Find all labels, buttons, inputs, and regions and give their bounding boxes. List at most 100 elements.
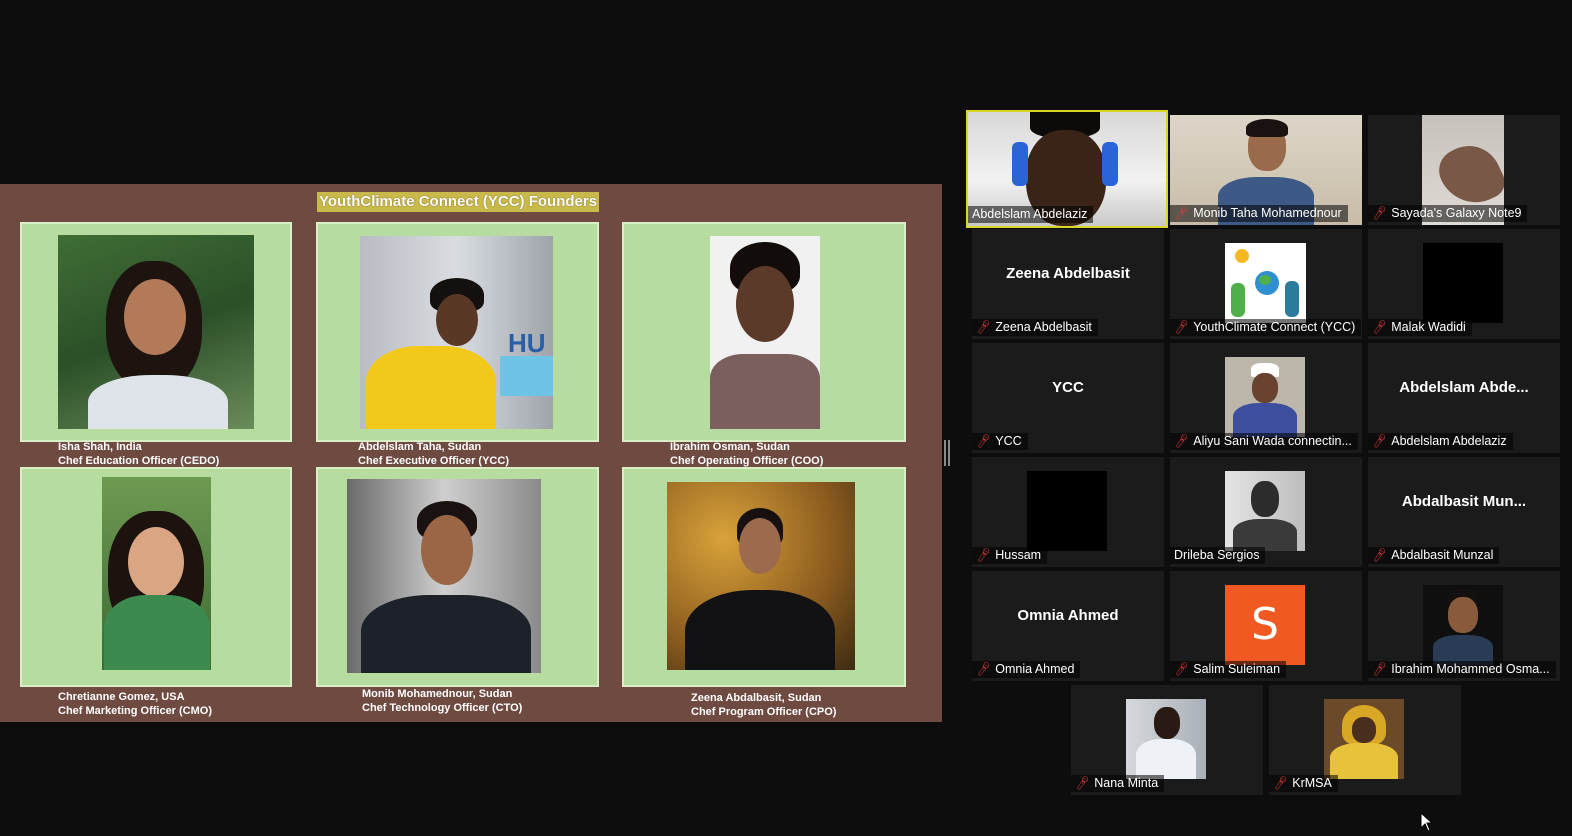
founder-name: Isha Shah, India — [58, 441, 142, 453]
microphone-muted-icon: 🎤︎ — [974, 319, 993, 336]
participant-name: Monib Taha Mohamednour — [1193, 206, 1342, 220]
panel-resize-handle[interactable] — [944, 440, 950, 466]
slide-title: YouthClimate Connect (YCC) Founders — [317, 192, 600, 212]
avatar-letter: S — [1225, 585, 1305, 665]
background-sign-text: HU — [508, 328, 546, 358]
participant-tile-omnia[interactable]: Omnia Ahmed 🎤︎ Omnia Ahmed — [972, 571, 1164, 681]
ycc-logo-image — [1225, 243, 1306, 323]
participant-tile-ycc-logo[interactable]: 🎤︎ YouthClimate Connect (YCC) — [1170, 229, 1362, 339]
founder-role: Chef Education Officer (CEDO) — [58, 455, 220, 467]
participant-name-label: 🎤︎ Malak Wadidi — [1368, 319, 1472, 336]
participant-name: Aliyu Sani Wada connectin... — [1193, 434, 1352, 448]
participant-name: Zeena Abdelbasit — [995, 320, 1092, 334]
founder-role: Chef Marketing Officer (CMO) — [58, 705, 213, 717]
microphone-muted-icon: 🎤︎ — [974, 547, 993, 564]
founder-photo-chretianne — [102, 477, 211, 670]
participant-video-black — [1027, 471, 1107, 551]
participant-name-label: 🎤︎ Hussam — [972, 547, 1048, 564]
participant-display-name: Abdalbasit Mun... — [1401, 493, 1527, 510]
participant-tile-drileba[interactable]: Drileba Sergios — [1170, 457, 1362, 567]
microphone-muted-icon: 🎤︎ — [974, 661, 993, 678]
microphone-muted-icon: 🎤︎ — [1370, 433, 1389, 450]
participant-name: Sayada's Galaxy Note9 — [1391, 206, 1522, 220]
participant-name-label: 🎤︎ Aliyu Sani Wada connectin... — [1170, 433, 1358, 450]
participant-name: YCC — [995, 434, 1022, 448]
founder-caption-isha: Isha Shah, India Chef Education Officer … — [58, 440, 219, 468]
participant-tile-zeena-abdelbasit[interactable]: Zeena Abdelbasit 🎤︎ Zeena Abdelbasit — [972, 229, 1164, 339]
founder-photo-ibrahim — [710, 236, 820, 429]
founder-name: Ibrahim Osman, Sudan — [670, 441, 790, 453]
participant-tile-hussam[interactable]: 🎤︎ Hussam — [972, 457, 1164, 567]
microphone-muted-icon: 🎤︎ — [1271, 775, 1290, 792]
participant-name: Hussam — [995, 548, 1042, 562]
founder-caption-abdelslam: Abdelslam Taha, Sudan Chef Executive Off… — [358, 440, 509, 468]
participant-tile-abdalbasit[interactable]: Abdalbasit Mun... 🎤︎ Abdalbasit Munzal — [1368, 457, 1560, 567]
participant-name-label: 🎤︎ YCC — [972, 433, 1028, 450]
founder-name: Zeena Abdalbasit, Sudan — [691, 692, 822, 704]
participant-display-name: YCC — [1052, 379, 1084, 396]
participant-tile-malak[interactable]: 🎤︎ Malak Wadidi — [1368, 229, 1560, 339]
founder-photo-isha — [58, 235, 254, 429]
founder-caption-ibrahim: Ibrahim Osman, Sudan Chef Operating Offi… — [670, 440, 823, 468]
mouse-pointer-icon — [1420, 812, 1434, 832]
participant-name: Omnia Ahmed — [995, 662, 1075, 676]
founder-photo-zeena — [667, 482, 855, 670]
participant-avatar-photo — [1225, 357, 1305, 437]
participant-name: Abdelslam Abdelaziz — [972, 207, 1088, 221]
participant-name: YouthClimate Connect (YCC) — [1193, 320, 1356, 334]
founder-role: Chef Program Officer (CPO) — [691, 706, 837, 718]
participant-avatar-photo — [1225, 471, 1305, 551]
participant-display-name: Abdelslam Abde... — [1399, 379, 1529, 396]
participant-tile-abdelslam-abdelaziz-active[interactable]: Abdelslam Abdelaziz — [966, 110, 1168, 228]
participant-name-label: Abdelslam Abdelaziz — [968, 206, 1094, 223]
participant-name-label: 🎤︎ Salim Suleiman — [1170, 661, 1287, 678]
microphone-muted-icon: 🎤︎ — [974, 433, 993, 450]
participant-tile-abdelslam-abdelaziz[interactable]: Abdelslam Abde... 🎤︎ Abdelslam Abdelaziz — [1368, 343, 1560, 453]
founder-caption-monib: Monib Mohamednour, Sudan Chef Technology… — [362, 687, 522, 715]
founder-role: Chef Operating Officer (COO) — [670, 455, 824, 467]
microphone-muted-icon: 🎤︎ — [1370, 547, 1389, 564]
participant-tile-sayada[interactable]: 🎤︎ Sayada's Galaxy Note9 — [1368, 115, 1560, 225]
participant-avatar-photo — [1324, 699, 1404, 779]
founder-caption-chretianne: Chretianne Gomez, USA Chef Marketing Off… — [58, 690, 212, 718]
participant-name: Abdalbasit Munzal — [1391, 548, 1494, 562]
participant-avatar-photo — [1423, 585, 1503, 665]
participant-tile-aliyu[interactable]: 🎤︎ Aliyu Sani Wada connectin... — [1170, 343, 1362, 453]
participant-name-label: 🎤︎ Abdelslam Abdelaziz — [1368, 433, 1513, 450]
participant-name-label: 🎤︎ Abdalbasit Munzal — [1368, 547, 1500, 564]
participant-tile-nana[interactable]: 🎤︎ Nana Minta — [1071, 685, 1263, 795]
participant-name-label: 🎤︎ Monib Taha Mohamednour — [1170, 205, 1348, 222]
participant-tile-ycc[interactable]: YCC 🎤︎ YCC — [972, 343, 1164, 453]
participant-tile-salim[interactable]: S 🎤︎ Salim Suleiman — [1170, 571, 1362, 681]
founder-photo-abdelslam: HU — [360, 236, 553, 429]
participant-video-black — [1423, 243, 1503, 323]
founder-caption-zeena: Zeena Abdalbasit, Sudan Chef Program Off… — [691, 691, 836, 719]
microphone-muted-icon: 🎤︎ — [1370, 661, 1389, 678]
participant-name-label: 🎤︎ KrMSA — [1269, 775, 1338, 792]
founder-name: Monib Mohamednour, Sudan — [362, 688, 513, 700]
participant-name-label: 🎤︎ Zeena Abdelbasit — [972, 319, 1098, 336]
participant-tile-ibrahim-mohammed[interactable]: 🎤︎ Ibrahim Mohammed Osma... — [1368, 571, 1560, 681]
participant-name: Nana Minta — [1094, 776, 1159, 790]
participant-display-name: Zeena Abdelbasit — [1006, 265, 1130, 282]
microphone-muted-icon: 🎤︎ — [1172, 319, 1191, 336]
participant-name: Malak Wadidi — [1391, 320, 1466, 334]
founder-role: Chef Technology Officer (CTO) — [362, 702, 523, 714]
microphone-muted-icon: 🎤︎ — [1370, 319, 1389, 336]
microphone-muted-icon: 🎤︎ — [1370, 205, 1389, 222]
participant-tile-monib[interactable]: 🎤︎ Monib Taha Mohamednour — [1170, 115, 1362, 225]
participant-name: KrMSA — [1292, 776, 1332, 790]
participant-name-label: 🎤︎ Nana Minta — [1071, 775, 1165, 792]
founder-photo-monib — [347, 479, 541, 673]
letter-avatar: S — [1225, 585, 1305, 665]
participant-name-label: 🎤︎ Omnia Ahmed — [972, 661, 1081, 678]
participant-name: Drileba Sergios — [1174, 548, 1260, 562]
microphone-muted-icon: 🎤︎ — [1073, 775, 1092, 792]
founder-role: Chef Executive Officer (YCC) — [358, 455, 509, 467]
microphone-muted-icon: 🎤︎ — [1172, 205, 1191, 222]
participant-name-label: 🎤︎ Sayada's Galaxy Note9 — [1368, 205, 1528, 222]
participant-name: Abdelslam Abdelaziz — [1391, 434, 1507, 448]
participant-tile-krmsa[interactable]: 🎤︎ KrMSA — [1269, 685, 1461, 795]
participant-name-label: Drileba Sergios — [1170, 547, 1266, 564]
participant-name: Ibrahim Mohammed Osma... — [1391, 662, 1550, 676]
